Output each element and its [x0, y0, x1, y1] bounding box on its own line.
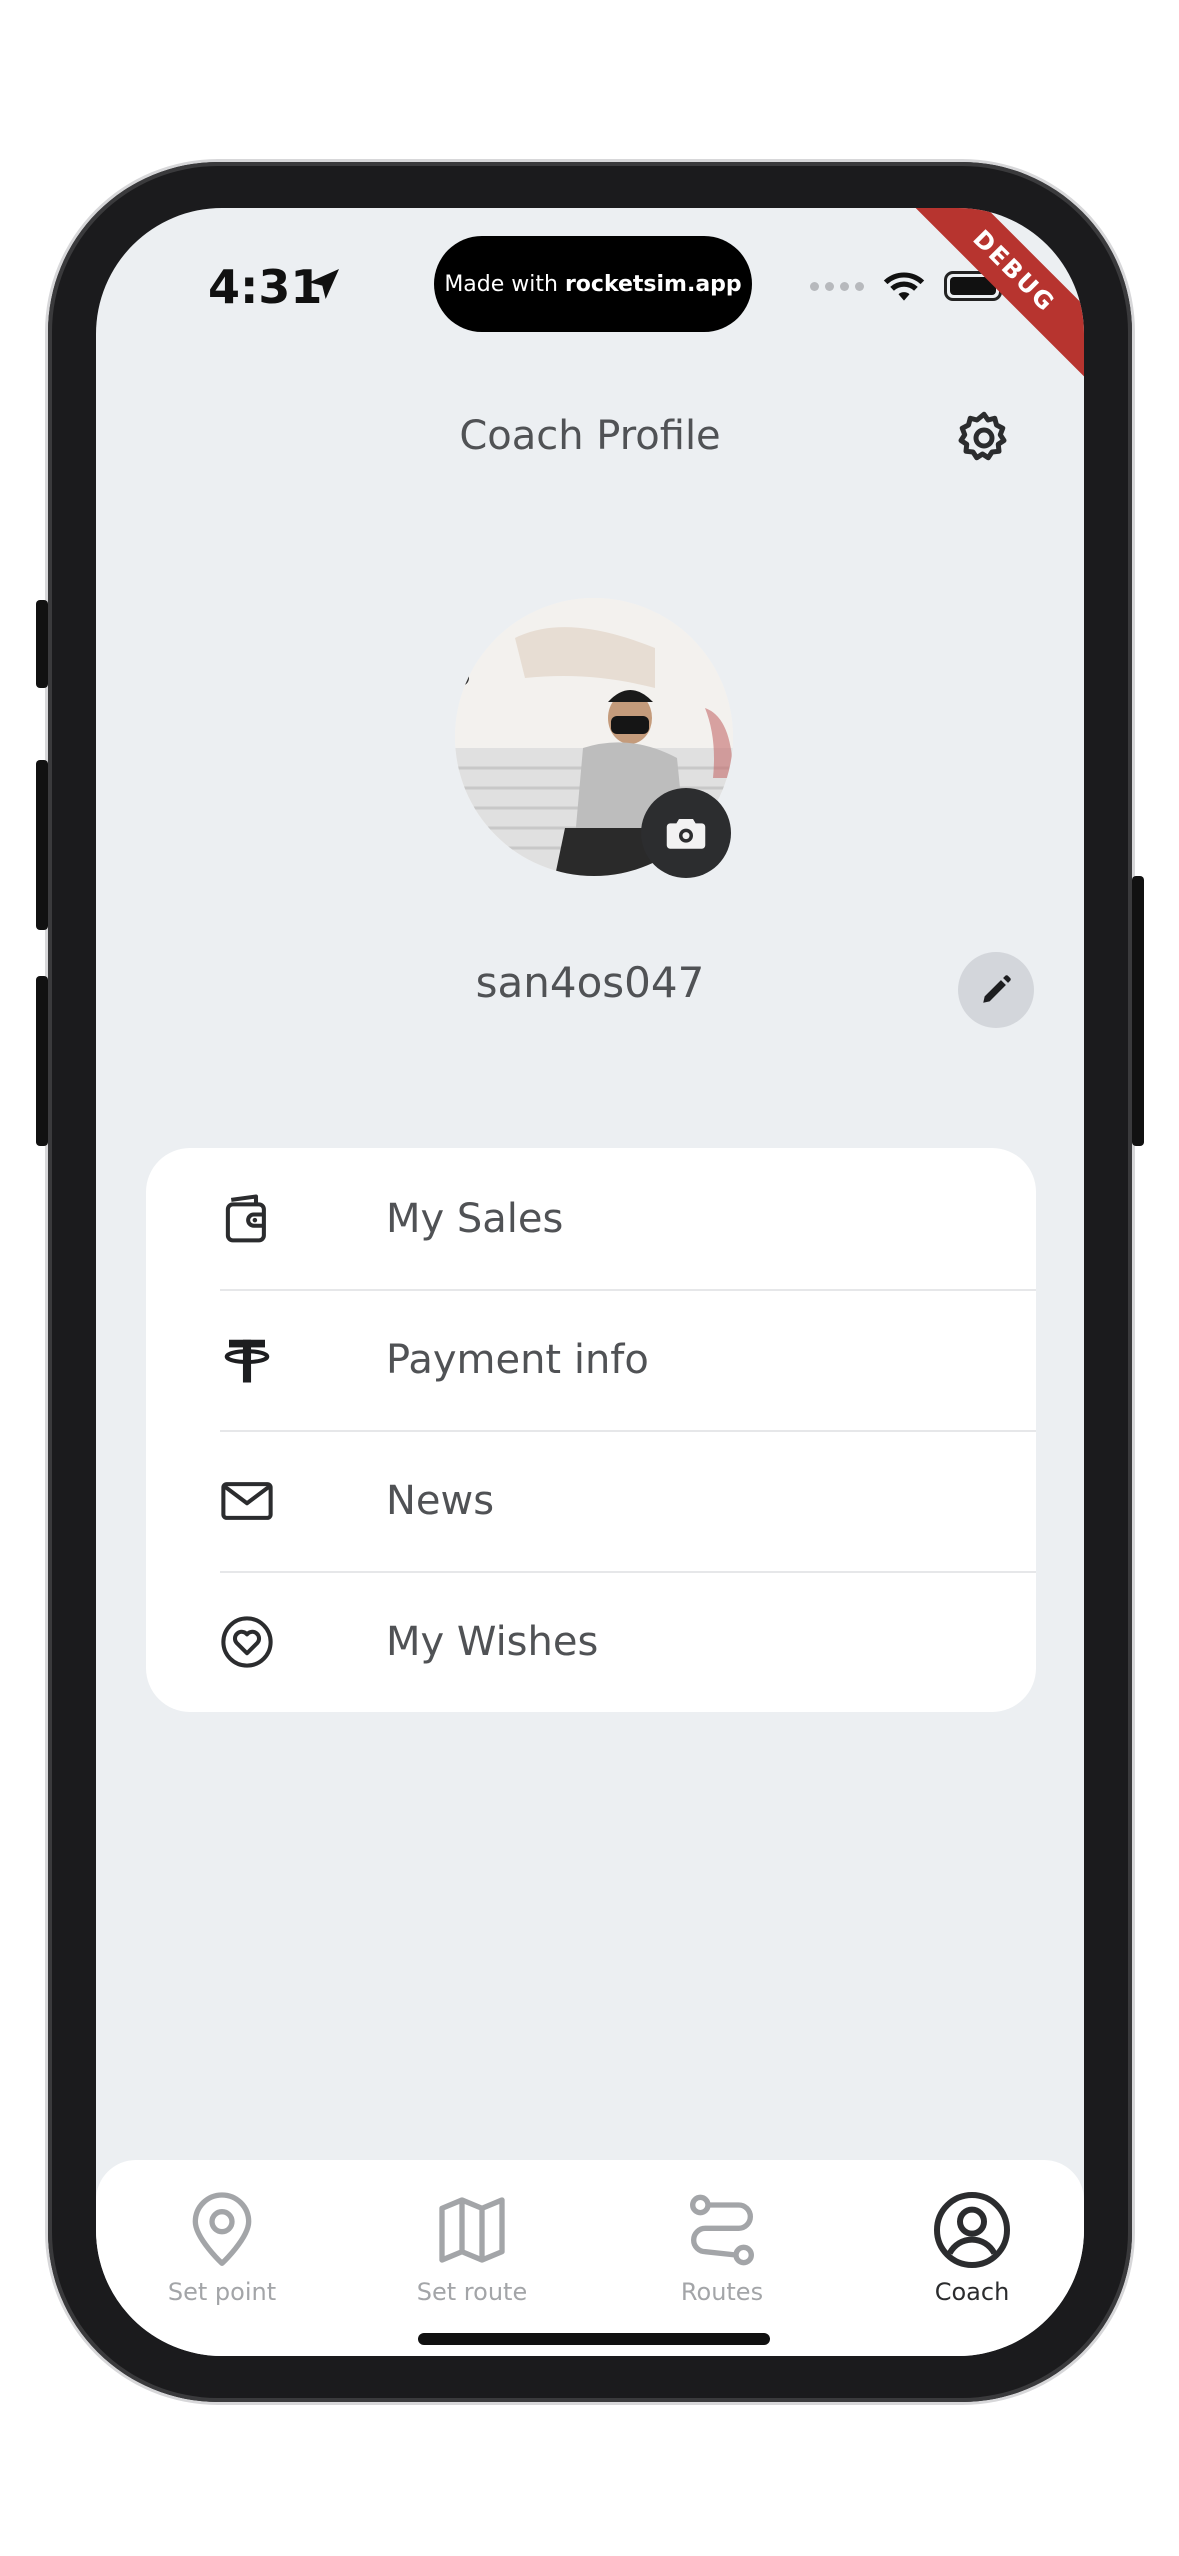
- wifi-icon: [883, 272, 925, 301]
- island-text-prefix: Made with: [444, 271, 565, 297]
- menu-item-payment-info[interactable]: Payment info: [146, 1289, 1036, 1430]
- silent-switch: [36, 600, 48, 688]
- tab-set-route[interactable]: Set route: [372, 2190, 572, 2306]
- tether-icon: [224, 1339, 270, 1383]
- signal-dots-icon: [810, 281, 864, 291]
- power-button: [1132, 876, 1144, 1146]
- map-icon: [439, 2197, 505, 2263]
- change-photo-button[interactable]: [641, 788, 731, 878]
- map-pin-icon: [192, 2192, 252, 2266]
- heart-circle-icon: [221, 1616, 273, 1668]
- menu-item-label: My Sales: [386, 1196, 564, 1242]
- pencil-icon: [983, 975, 1011, 1003]
- tab-coach[interactable]: Coach: [872, 2190, 1072, 2306]
- tab-routes[interactable]: Routes: [622, 2190, 822, 2306]
- status-indicators: [810, 266, 1007, 306]
- tab-label: Coach: [934, 2278, 1010, 2306]
- menu-item-news[interactable]: News: [146, 1430, 1036, 1571]
- menu-card: My Sales Payment info News My Wishes: [146, 1148, 1036, 1712]
- mail-icon: [221, 1482, 273, 1520]
- route-icon: [690, 2194, 755, 2266]
- volume-up-button: [36, 760, 48, 930]
- app-screen: 4:31 Made with rocketsim.app DEBUG Coach…: [96, 208, 1084, 2356]
- edit-username-button[interactable]: [958, 952, 1034, 1028]
- username: san4os047: [475, 958, 705, 1007]
- volume-down-button: [36, 976, 48, 1146]
- menu-item-label: News: [386, 1478, 495, 1524]
- camera-icon: [666, 819, 706, 849]
- tab-set-point[interactable]: Set point: [122, 2190, 322, 2306]
- tab-label: Routes: [680, 2278, 764, 2306]
- island-text-bold: rocketsim.app: [564, 271, 742, 297]
- user-circle-icon: [934, 2192, 1010, 2268]
- menu-item-my-wishes[interactable]: My Wishes: [146, 1571, 1036, 1712]
- menu-item-my-sales[interactable]: My Sales: [146, 1148, 1036, 1289]
- bottom-navigation: Set point Set route Routes Coach: [96, 2160, 1084, 2356]
- home-indicator: [418, 2333, 770, 2345]
- menu-item-label: My Wishes: [386, 1619, 599, 1665]
- wallet-icon: [225, 1194, 266, 1243]
- page-title: Coach Profile: [459, 413, 721, 459]
- location-arrow-icon: [309, 269, 339, 299]
- gear-icon[interactable]: [954, 408, 1014, 468]
- tab-label: Set route: [416, 2278, 528, 2306]
- tab-label: Set point: [167, 2278, 277, 2306]
- dynamic-island: Made with rocketsim.app: [434, 236, 752, 332]
- menu-item-label: Payment info: [386, 1337, 649, 1383]
